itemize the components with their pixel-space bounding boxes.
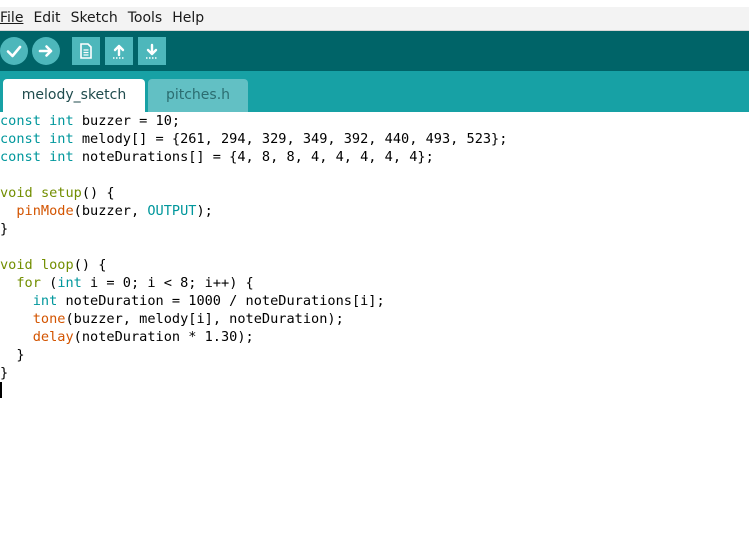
code-token: melody[] = {261, 294, 329, 349, 392, 440… — [73, 131, 508, 147]
verify-button[interactable] — [0, 37, 28, 65]
menu-sketch[interactable]: Sketch — [71, 7, 118, 30]
code-token-ctrl: loop — [40, 257, 74, 273]
code-token-type: int — [49, 113, 74, 129]
code-line: delay(noteDuration * 1.30); — [0, 328, 749, 346]
code-line: for (int i = 0; i < 8; i++) { — [0, 274, 749, 292]
code-token: ( — [40, 275, 58, 291]
code-token-func: delay — [32, 329, 74, 345]
code-token: (buzzer, melody[i], noteDuration); — [65, 311, 344, 327]
code-token-type: int — [49, 131, 74, 147]
text-caret — [0, 382, 2, 398]
menu-tools[interactable]: Tools — [128, 7, 163, 30]
code-token: (buzzer, — [73, 203, 148, 219]
open-button[interactable] — [105, 37, 133, 65]
code-token: () { — [73, 257, 107, 273]
code-editor[interactable]: const int buzzer = 10; const int melody[]… — [0, 112, 749, 552]
code-token: } — [0, 347, 25, 363]
tab-melody-sketch[interactable]: melody_sketch — [3, 79, 145, 112]
code-token-func: tone — [32, 311, 66, 327]
checkmark-icon — [6, 45, 22, 58]
code-token-ctrl: for — [16, 275, 41, 291]
code-token-type: const — [0, 113, 41, 129]
code-line: const int melody[] = {261, 294, 329, 349… — [0, 130, 749, 148]
menu-help[interactable]: Help — [172, 7, 204, 30]
code-line: int noteDuration = 1000 / noteDurations[… — [0, 292, 749, 310]
code-token-const: OUTPUT — [147, 203, 197, 219]
menu-file-label: File — [0, 10, 24, 26]
arrow-down-icon — [146, 43, 158, 59]
code-token: buzzer = 10; — [73, 113, 181, 129]
code-token-func: pinMode — [16, 203, 74, 219]
code-token-ctrl: void — [0, 257, 33, 273]
code-line: } — [0, 346, 749, 364]
code-line: } — [0, 220, 749, 238]
tab-pitches-h[interactable]: pitches.h — [148, 79, 248, 112]
new-button[interactable] — [72, 37, 100, 65]
code-text[interactable]: const int buzzer = 10; const int melody[]… — [0, 112, 749, 382]
code-token: } — [0, 365, 9, 381]
code-token-type: const — [0, 149, 41, 165]
menu-edit[interactable]: Edit — [33, 7, 60, 30]
arrow-right-icon — [38, 45, 53, 57]
code-token-type: int — [49, 149, 74, 165]
code-line: const int buzzer = 10; — [0, 112, 749, 130]
code-line: tone(buzzer, melody[i], noteDuration); — [0, 310, 749, 328]
code-token-type: const — [0, 131, 41, 147]
code-token-type: int — [32, 293, 58, 309]
arrow-up-icon — [113, 44, 125, 59]
code-token: ); — [196, 203, 213, 219]
toolbar — [0, 31, 749, 71]
code-token-ctrl: setup — [40, 185, 82, 201]
upload-button[interactable] — [32, 37, 60, 65]
menu-bar: File Edit Sketch Tools Help — [0, 7, 749, 31]
code-line: const int noteDurations[] = {4, 8, 8, 4,… — [0, 148, 749, 166]
tab-bar: melody_sketch pitches.h — [0, 71, 749, 112]
code-token: } — [0, 221, 9, 237]
code-token: noteDuration = 1000 / noteDurations[i]; — [57, 293, 385, 309]
window-top-strip — [0, 0, 749, 7]
code-line: pinMode(buzzer, OUTPUT); — [0, 202, 749, 220]
code-line: } — [0, 364, 749, 382]
code-token: i = 0; i < 8; i++) { — [81, 275, 254, 291]
code-token: () { — [81, 185, 115, 201]
code-token-type: int — [57, 275, 82, 291]
code-token: (noteDuration * 1.30); — [73, 329, 254, 345]
code-token-ctrl: void — [0, 185, 33, 201]
code-line: void setup() { — [0, 184, 749, 202]
code-line: void loop() { — [0, 256, 749, 274]
save-button[interactable] — [138, 37, 166, 65]
menu-file[interactable]: File — [0, 7, 23, 30]
new-file-icon — [80, 43, 92, 59]
code-token: noteDurations[] = {4, 8, 8, 4, 4, 4, 4, … — [73, 149, 434, 165]
